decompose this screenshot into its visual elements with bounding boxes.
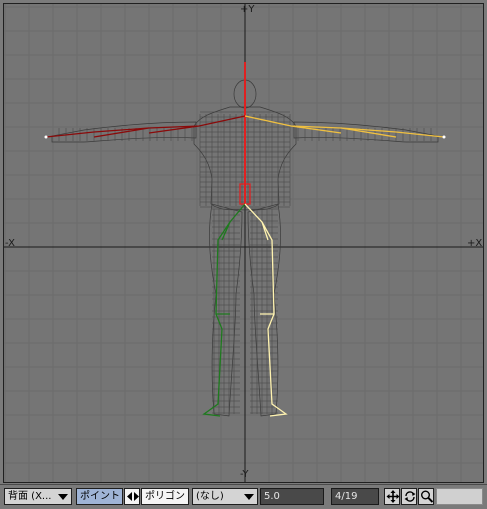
rotate-icon — [404, 491, 416, 502]
chevron-down-icon — [244, 494, 254, 500]
bone-leg-left — [244, 203, 288, 417]
magnifier-icon — [421, 490, 433, 503]
surface-select[interactable]: (なし) — [192, 488, 258, 505]
point-mode-toggle[interactable]: ポイント — [76, 488, 123, 505]
polygon-mode-label: ポリゴン — [145, 491, 185, 502]
point-mode-label: ポイント — [80, 491, 120, 502]
layer-counter-text: 4/19 — [335, 491, 358, 502]
surface-select-value: (なし) — [196, 491, 224, 502]
polygon-mode-toggle[interactable]: ポリゴン — [141, 488, 189, 505]
viewport-toolbar: 背面 (X... ポイント ポリゴン (なし) 5.0 4/19 — [0, 484, 487, 509]
bone-tip-left-hand — [442, 135, 446, 139]
value-field-text: 5.0 — [264, 491, 280, 502]
value-field[interactable]: 5.0 — [260, 488, 324, 505]
axis-label-y-top: +Y — [240, 4, 255, 15]
bone-tip-right-hand — [44, 135, 48, 139]
toolbar-spacer — [436, 488, 483, 505]
swap-mode-button[interactable] — [124, 488, 140, 505]
mesh-leg-right — [209, 203, 243, 417]
viewport-axes — [4, 4, 483, 482]
axis-label-y-bottom: -Y — [240, 469, 249, 480]
view-select-value: 背面 (X... — [8, 491, 52, 502]
double-arrow-icon — [127, 492, 139, 501]
chevron-down-icon — [58, 494, 68, 500]
viewport-canvas[interactable] — [4, 4, 483, 482]
bone-leg-right — [202, 203, 246, 417]
mesh-leg-left — [247, 203, 281, 417]
rotate-view-button[interactable] — [401, 488, 417, 505]
move-icon — [386, 490, 399, 503]
view-select[interactable]: 背面 (X... — [4, 488, 72, 505]
modeler-window: +Y -Y -X +X 背面 (X... ポイント ポリゴン (なし) 5.0 — [0, 0, 487, 509]
layer-counter-field[interactable]: 4/19 — [331, 488, 379, 505]
viewport-back[interactable]: +Y -Y -X +X — [3, 3, 484, 483]
move-view-button[interactable] — [384, 488, 400, 505]
zoom-view-button[interactable] — [418, 488, 434, 505]
axis-label-x-left: -X — [5, 238, 15, 249]
axis-label-x-right: +X — [467, 238, 483, 249]
viewport-grid — [4, 4, 483, 482]
